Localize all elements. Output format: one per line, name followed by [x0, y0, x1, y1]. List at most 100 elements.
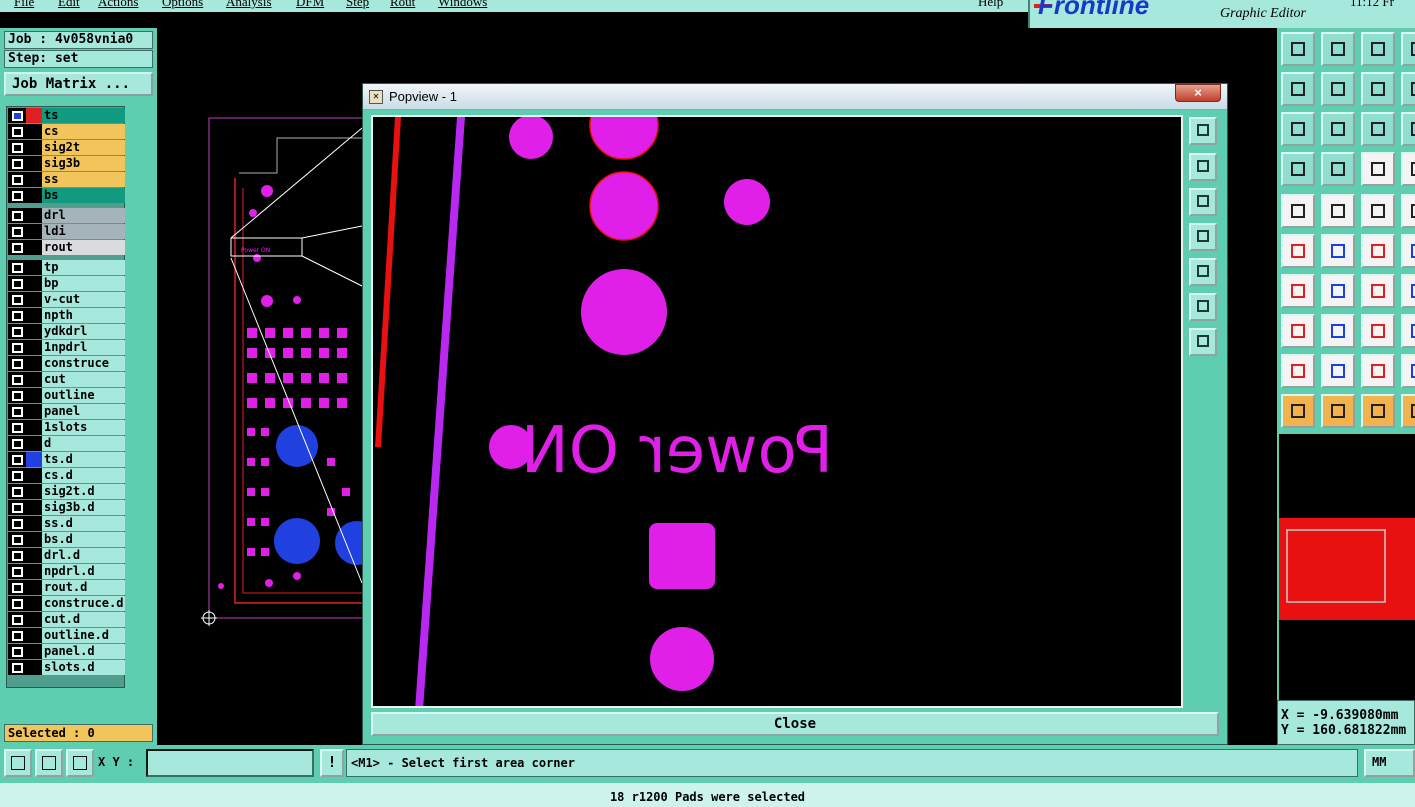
layer-checkbox[interactable] — [12, 599, 23, 609]
layer-name[interactable]: bs — [42, 188, 125, 203]
box-select-button[interactable] — [1401, 194, 1415, 228]
layer-checkbox[interactable] — [12, 243, 23, 253]
layer-name[interactable]: sig2t — [42, 140, 125, 155]
layer-name[interactable]: rout.d — [42, 580, 125, 595]
layer-name[interactable]: 1npdrl — [42, 340, 125, 355]
layer-row-ts[interactable]: ts — [8, 108, 125, 123]
layer-name[interactable]: v-cut — [42, 292, 125, 307]
window-close-button[interactable]: × — [1175, 84, 1221, 102]
delete-node-button[interactable] — [1321, 234, 1355, 268]
layer-color-swatch[interactable] — [26, 420, 42, 435]
layer-row-rout.d[interactable]: rout.d — [8, 580, 125, 595]
layer-row-bs[interactable]: bs — [8, 188, 125, 203]
pad-move-button[interactable] — [1281, 314, 1315, 348]
layer-color-swatch[interactable] — [26, 156, 42, 171]
popview-close-button[interactable]: Close — [371, 712, 1219, 736]
layer-checkbox[interactable] — [12, 615, 23, 625]
layer-color-swatch[interactable] — [26, 436, 42, 451]
layer-name[interactable]: sig2t.d — [42, 484, 125, 499]
layer-checkbox[interactable] — [12, 535, 23, 545]
layer-checkbox[interactable] — [12, 407, 23, 417]
center-view-button[interactable] — [1321, 112, 1355, 146]
popview-zoom-area[interactable]: Power ON — [371, 115, 1183, 708]
layer-checkbox[interactable] — [12, 631, 23, 641]
layer-name[interactable]: ss — [42, 172, 125, 187]
layer-row-rout[interactable]: rout — [8, 240, 125, 255]
layer-tool-button[interactable] — [1401, 152, 1415, 186]
layer-name[interactable]: construce.d — [42, 596, 125, 611]
extra-view-button[interactable] — [1401, 112, 1415, 146]
layer-name[interactable]: d — [42, 436, 125, 451]
layer-checkbox[interactable] — [12, 191, 23, 201]
menu-edit[interactable]: Edit — [58, 0, 80, 10]
layer-checkbox[interactable] — [12, 647, 23, 657]
pan-up-button[interactable] — [1189, 153, 1217, 181]
layer-checkbox[interactable] — [12, 567, 23, 577]
slant-line-button[interactable] — [1321, 274, 1355, 308]
layer-color-swatch[interactable] — [26, 404, 42, 419]
layer-color-swatch[interactable] — [26, 124, 42, 139]
layer-color-swatch[interactable] — [26, 308, 42, 323]
layer-color-swatch[interactable] — [26, 292, 42, 307]
warning-button[interactable]: ! — [320, 749, 344, 777]
snap-tool-button[interactable] — [1401, 274, 1415, 308]
layer-name[interactable]: outline — [42, 388, 125, 403]
layer-color-swatch[interactable] — [26, 276, 42, 291]
layer-color-swatch[interactable] — [26, 340, 42, 355]
layer-row-panel.d[interactable]: panel.d — [8, 644, 125, 659]
layer-name[interactable]: drl.d — [42, 548, 125, 563]
layer-checkbox[interactable] — [12, 127, 23, 137]
layer-checkbox[interactable] — [12, 311, 23, 321]
menu-actions[interactable]: Actions — [98, 0, 138, 10]
layer-color-swatch[interactable] — [26, 356, 42, 371]
layer-row-construce[interactable]: construce — [8, 356, 125, 371]
connect-button[interactable] — [1281, 234, 1315, 268]
layer-checkbox[interactable] — [12, 487, 23, 497]
layer-color-swatch[interactable] — [26, 172, 42, 187]
layer-row-drl[interactable]: drl — [8, 208, 125, 223]
layer-checkbox[interactable] — [12, 279, 23, 289]
layer-row-bp[interactable]: bp — [8, 276, 125, 291]
layer-name[interactable]: bs.d — [42, 532, 125, 547]
pointer-circle-button[interactable] — [1361, 394, 1395, 428]
menu-windows[interactable]: Windows — [438, 0, 487, 10]
layer-color-swatch[interactable] — [26, 388, 42, 403]
layer-name[interactable]: sig3b.d — [42, 500, 125, 515]
layer-row-slots.d[interactable]: slots.d — [8, 660, 125, 675]
layer-name[interactable]: cs — [42, 124, 125, 139]
zoom-in-button[interactable] — [1189, 293, 1217, 321]
arc-button[interactable] — [1361, 274, 1395, 308]
layer-name[interactable]: sig3b — [42, 156, 125, 171]
layer-row-cs[interactable]: cs — [8, 124, 125, 139]
layer-color-swatch[interactable] — [26, 548, 42, 563]
layer-row-cs.d[interactable]: cs.d — [8, 468, 125, 483]
layer-color-swatch[interactable] — [26, 580, 42, 595]
layer-color-swatch[interactable] — [26, 564, 42, 579]
measure-tool-button[interactable] — [1281, 152, 1315, 186]
view-layer-button[interactable] — [1281, 32, 1315, 66]
layer-name[interactable]: npdrl.d — [42, 564, 125, 579]
panel-view-button[interactable] — [1401, 32, 1415, 66]
menu-rout[interactable]: Rout — [390, 0, 415, 10]
layer-color-swatch[interactable] — [26, 532, 42, 547]
layer-checkbox[interactable] — [12, 439, 23, 449]
layer-name[interactable]: bp — [42, 276, 125, 291]
layer-checkbox[interactable] — [12, 175, 23, 185]
angle-mode-button[interactable] — [35, 749, 63, 777]
units-selector[interactable]: MM — [1364, 749, 1415, 777]
layer-color-swatch[interactable] — [26, 224, 42, 239]
layer-name[interactable]: npth — [42, 308, 125, 323]
save-view-button[interactable] — [1321, 32, 1355, 66]
arrow-triangle-button[interactable] — [1321, 354, 1355, 388]
layer-row-ss[interactable]: ss — [8, 172, 125, 187]
overview-map[interactable] — [1277, 434, 1415, 700]
layer-color-swatch[interactable] — [26, 260, 42, 275]
shape-tool-button[interactable] — [1401, 354, 1415, 388]
grid-mode-button[interactable] — [66, 749, 94, 777]
layer-row-npdrl.d[interactable]: npdrl.d — [8, 564, 125, 579]
layer-color-swatch[interactable] — [26, 188, 42, 203]
layer-checkbox[interactable] — [12, 327, 23, 337]
menu-analysis[interactable]: Analysis — [226, 0, 272, 10]
layer-name[interactable]: cut.d — [42, 612, 125, 627]
node-tool-button[interactable] — [1401, 234, 1415, 268]
